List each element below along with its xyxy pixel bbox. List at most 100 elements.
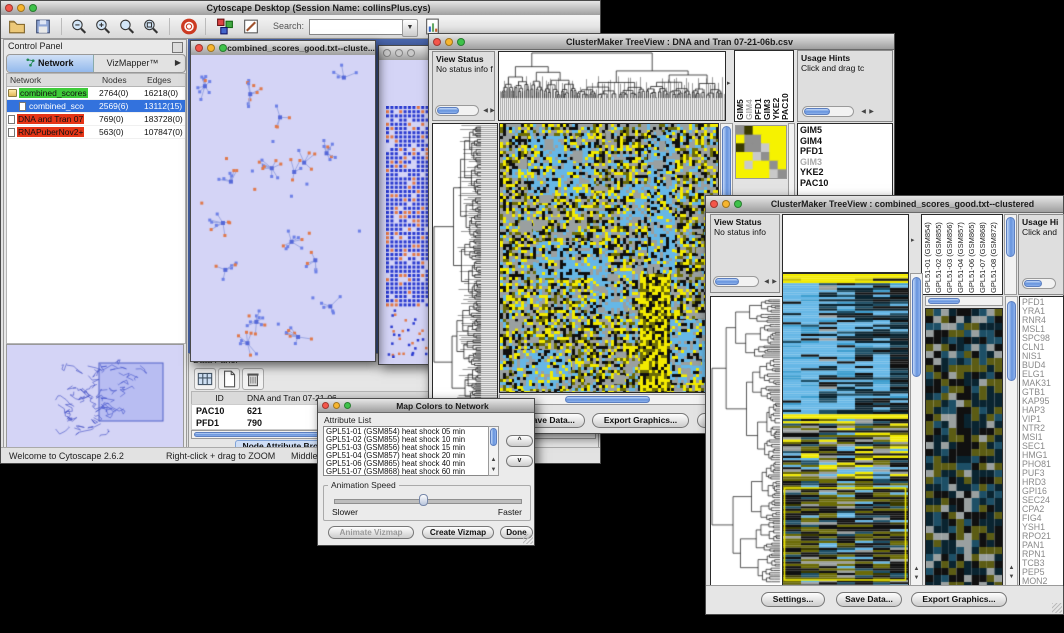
tv1-col-overflow-arrow-icon[interactable]: ▸	[727, 79, 731, 87]
tv1-gene-item[interactable]: GIM4	[798, 136, 892, 147]
zoom-button[interactable]	[344, 402, 351, 409]
tv1-status-scroll-pill[interactable]	[437, 107, 459, 114]
close-button[interactable]	[5, 4, 13, 12]
attribute-list-item[interactable]: GPL51-04 (GSM857) heat shock 20 min	[324, 452, 498, 460]
speed-slider-thumb[interactable]	[419, 494, 428, 506]
tv2-heatmap-canvas[interactable]	[783, 274, 908, 585]
help-lifering-icon[interactable]	[179, 17, 199, 36]
speed-slider-track[interactable]	[334, 499, 522, 504]
tv2-settings-button[interactable]: Settings...	[761, 592, 825, 607]
scroll-down-arrow-icon[interactable]: ▼	[1006, 574, 1017, 580]
tv2-row-dendrogram-canvas[interactable]	[711, 297, 782, 585]
close-button[interactable]	[710, 200, 718, 208]
tv1-usage-scrollbar[interactable]	[802, 106, 854, 117]
tv2-heatmap[interactable]	[782, 273, 909, 586]
tv2-column-label[interactable]: GPL51-06 (GSM865)	[967, 216, 978, 293]
tv1-gene-item[interactable]: YKE2	[798, 167, 892, 178]
tv1-column-label[interactable]: YKE2	[772, 52, 781, 120]
tv2-export-graphics-button[interactable]: Export Graphics...	[911, 592, 1007, 607]
zoom-button[interactable]	[219, 44, 227, 52]
tv2-zoom-hscroll-pill[interactable]	[928, 298, 960, 304]
tv2-row-dendrogram[interactable]	[710, 296, 783, 586]
network-list-row[interactable]: combined_scores 2764(0) 16218(0)	[7, 87, 185, 100]
tv2-collabel-vscroll-pill[interactable]	[1006, 217, 1015, 257]
tv1-usage-scroll-pill[interactable]	[804, 108, 830, 115]
zoom-button[interactable]	[734, 200, 742, 208]
resize-grip-icon[interactable]	[1052, 603, 1062, 613]
tv2-zoom-hscrollbar[interactable]	[925, 296, 1003, 306]
zoom-selected-icon[interactable]	[117, 17, 137, 36]
zoom-fit-icon[interactable]	[141, 17, 161, 36]
scroll-up-arrow-icon[interactable]: ▲	[911, 566, 922, 572]
tv2-col-overflow-arrow-icon[interactable]: ▸	[911, 236, 915, 244]
tv1-gene-item[interactable]: GIM5	[798, 125, 892, 136]
tv1-heatmap-canvas[interactable]	[500, 124, 718, 392]
resize-grip-icon[interactable]	[523, 534, 533, 544]
save-session-icon[interactable]	[33, 17, 53, 36]
tv1-mini-heatmap-canvas[interactable]	[736, 126, 786, 178]
minimize-button[interactable]	[207, 44, 215, 52]
tv2-heatmap-vscrollbar[interactable]: ▲ ▼	[910, 273, 923, 586]
zoom-out-icon[interactable]	[69, 17, 89, 36]
zoom-in-icon[interactable]	[93, 17, 113, 36]
tv1-column-dendrogram[interactable]	[498, 51, 726, 121]
minimize-button[interactable]	[17, 4, 25, 12]
attribute-list-vscroll-pill[interactable]	[490, 428, 497, 446]
scroll-up-arrow-icon[interactable]: ▲	[1006, 565, 1017, 571]
tv2-collabel-vscrollbar[interactable]	[1004, 214, 1017, 295]
tv2-usage-scroll-pill[interactable]	[1024, 280, 1042, 287]
tv1-gene-item[interactable]: PAC10	[798, 178, 892, 189]
tv2-zoom-heatmap[interactable]	[925, 308, 1003, 586]
network2-grid-canvas[interactable]	[386, 106, 430, 358]
search-input[interactable]	[309, 19, 403, 35]
scroll-right-arrow-icon[interactable]: ▶	[769, 279, 780, 285]
vizmapper-icon[interactable]	[215, 17, 235, 36]
close-button[interactable]	[322, 402, 329, 409]
tv1-gene-item[interactable]: PFD1	[798, 146, 892, 157]
treeview1-titlebar[interactable]: ClusterMaker TreeView : DNA and Tran 07-…	[429, 34, 894, 50]
tv2-column-label[interactable]: GPL51-07 (GSM868)	[978, 216, 989, 293]
attribute-list-item[interactable]: GPL51-07 (GSM868) heat shock 60 min	[324, 468, 498, 476]
select-attributes-icon[interactable]	[194, 368, 216, 390]
tv2-save-data-button[interactable]: Save Data...	[836, 592, 902, 607]
dialog-titlebar[interactable]: Map Colors to Network	[318, 399, 534, 413]
tv2-heatmap-vscroll-pill[interactable]	[912, 277, 921, 377]
tv2-status-scrollbar[interactable]	[713, 276, 759, 287]
zoom-button[interactable]	[29, 4, 37, 12]
tv2-column-label[interactable]: GPL51-04 (GSM857)	[956, 216, 967, 293]
main-titlebar[interactable]: Cytoscape Desktop (Session Name: collins…	[1, 1, 600, 16]
tv1-column-dendrogram-canvas[interactable]	[499, 52, 725, 120]
attribute-list-item[interactable]: GPL51-03 (GSM856) heat shock 15 min	[324, 444, 498, 452]
tv2-column-label[interactable]: GPL51-03 (GSM856)	[945, 216, 956, 293]
attribute-list-vscrollbar[interactable]: ▲ ▼	[488, 426, 499, 476]
tv2-column-label[interactable]: GPL51-02 (GSM855)	[934, 216, 945, 293]
tv1-heatmap-hscroll-pill[interactable]	[565, 396, 650, 403]
move-down-button[interactable]: v	[506, 455, 533, 467]
tv1-column-label[interactable]: GIM4	[745, 52, 754, 120]
tv2-zoom-heatmap-canvas[interactable]	[926, 309, 1002, 585]
attribute-list-item[interactable]: GPL51-02 (GSM855) heat shock 10 min	[324, 436, 498, 444]
tv1-export-graphics-button[interactable]: Export Graphics...	[592, 413, 689, 428]
delete-attribute-trash-icon[interactable]	[242, 368, 264, 390]
tv2-column-label[interactable]: GPL51-08 (GSM872)	[989, 216, 1000, 293]
minimize-button[interactable]	[722, 200, 730, 208]
network1-titlebar[interactable]: combined_scores_good.txt--cluste...	[191, 41, 375, 56]
create-vizmap-button[interactable]: Create Vizmap	[422, 526, 494, 539]
tv1-column-label[interactable]: PFD1	[754, 52, 763, 120]
open-file-icon[interactable]	[7, 17, 27, 36]
tab-overflow-arrow-icon[interactable]: ▶	[171, 55, 185, 72]
new-attribute-icon[interactable]	[218, 368, 240, 390]
attribute-list-item[interactable]: GPL51-06 (GSM865) heat shock 40 min	[324, 460, 498, 468]
tv2-usage-scrollbar[interactable]	[1022, 278, 1056, 289]
network-list-row[interactable]: DNA and Tran 07 769(0) 183728(0)	[7, 113, 185, 126]
tv1-column-label[interactable]: PAC10	[781, 52, 790, 120]
tv1-status-scrollbar[interactable]	[435, 105, 479, 116]
scroll-up-arrow-icon[interactable]: ▲	[488, 457, 499, 463]
tv2-column-label[interactable]: GPL51-01 (GSM854)	[923, 216, 934, 293]
attribute-list-item[interactable]: GPL51-01 (GSM854) heat shock 05 min	[324, 428, 498, 436]
close-button[interactable]	[195, 44, 203, 52]
network1-canvas-area[interactable]	[191, 55, 375, 361]
treeview2-titlebar[interactable]: ClusterMaker TreeView : combined_scores_…	[706, 196, 1063, 213]
search-dropdown-arrow-icon[interactable]: ▼	[402, 19, 418, 37]
tab-network[interactable]: Network	[7, 55, 94, 72]
